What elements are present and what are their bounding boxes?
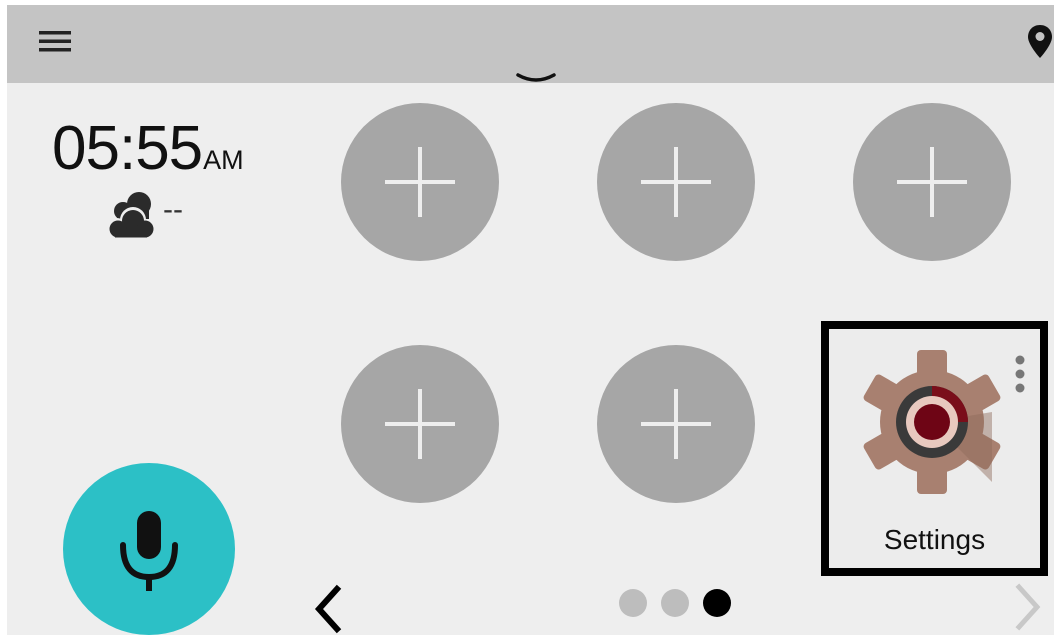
settings-app-tile[interactable]: Settings bbox=[821, 321, 1048, 576]
page-dot[interactable] bbox=[619, 589, 647, 617]
page-dot[interactable] bbox=[661, 589, 689, 617]
plus-icon bbox=[641, 147, 711, 217]
clock-widget[interactable]: 05:55AM bbox=[52, 113, 272, 184]
cloudy-icon bbox=[103, 187, 161, 243]
clock-time: 05:55 bbox=[52, 114, 203, 183]
add-shortcut-button[interactable] bbox=[341, 103, 499, 261]
weather-widget[interactable]: -- bbox=[103, 187, 223, 247]
hamburger-menu-icon[interactable] bbox=[35, 26, 75, 56]
add-shortcut-button[interactable] bbox=[341, 345, 499, 503]
add-shortcut-button[interactable] bbox=[853, 103, 1011, 261]
add-shortcut-button[interactable] bbox=[597, 345, 755, 503]
chevron-left-icon[interactable] bbox=[307, 583, 347, 635]
add-shortcut-button[interactable] bbox=[597, 103, 755, 261]
top-bar bbox=[7, 5, 1054, 83]
settings-app-label: Settings bbox=[883, 524, 986, 555]
plus-icon bbox=[641, 389, 711, 459]
vertical-ellipsis-icon[interactable] bbox=[1013, 352, 1027, 402]
pull-down-handle-icon[interactable] bbox=[515, 71, 557, 85]
gear-icon bbox=[859, 349, 1005, 495]
voice-search-button[interactable] bbox=[63, 463, 235, 635]
chevron-right-icon[interactable] bbox=[1009, 581, 1049, 633]
microphone-icon bbox=[120, 511, 178, 591]
clock-ampm: AM bbox=[203, 145, 244, 175]
map-pin-icon[interactable] bbox=[1025, 23, 1054, 61]
plus-icon bbox=[385, 389, 455, 459]
page-dot-active[interactable] bbox=[703, 589, 731, 617]
weather-temperature: -- bbox=[163, 193, 183, 226]
home-screen: 05:55AM -- Settings bbox=[7, 5, 1054, 635]
page-indicator bbox=[619, 589, 739, 619]
plus-icon bbox=[385, 147, 455, 217]
plus-icon bbox=[897, 147, 967, 217]
